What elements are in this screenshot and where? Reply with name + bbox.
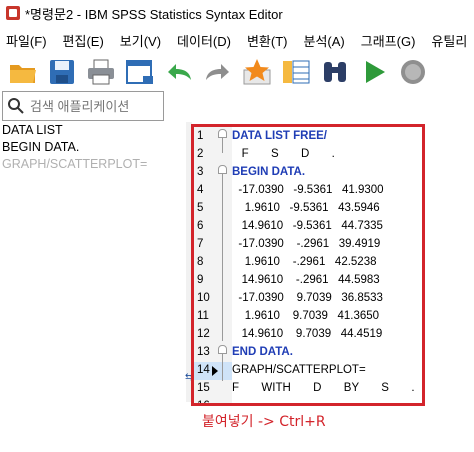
line-number: 16 (197, 400, 210, 406)
code-text: 1.9610 9.7039 41.3650 (232, 310, 380, 322)
code-text: F WITH D BY S . (232, 382, 415, 394)
code-line: 14 GRAPH/SCATTERPLOT= (194, 361, 422, 379)
code-line: 7 -17.0390 -.2961 39.4919 (194, 235, 422, 253)
line-number: 10 (197, 292, 210, 304)
menu-data[interactable]: 데이터(D) (177, 31, 231, 50)
code-text: DATA LIST FREE/ (232, 130, 327, 142)
code-line: 2 F S D . (194, 145, 422, 163)
code-line: 11 1.9610 9.7039 41.3650 (194, 307, 422, 325)
open-folder-icon[interactable] (7, 57, 39, 87)
menu-view[interactable]: 보기(V) (120, 31, 161, 50)
toolbar (0, 54, 474, 90)
code-text: 14.9610 -.2961 44.5983 (232, 274, 380, 286)
code-text: 1.9610 -9.5361 43.5946 (232, 202, 380, 214)
line-number: 6 (197, 220, 204, 232)
code-line: 6 14.9610 -9.5361 44.7335 (194, 217, 422, 235)
menu-utilities[interactable]: 유틸리 (431, 31, 467, 50)
menu-bar: 파일(F) 편집(E) 보기(V) 데이터(D) 변환(T) 분석(A) 그래프… (0, 29, 474, 51)
line-number: 15 (197, 382, 210, 394)
code-text: BEGIN DATA. (232, 166, 306, 178)
dialog-recall-icon[interactable] (124, 57, 156, 87)
line-number: 8 (197, 256, 204, 268)
title-bar: *명령문2 - IBM SPSS Statistics Syntax Edito… (0, 0, 474, 26)
line-number: 1 (197, 130, 204, 142)
save-icon[interactable] (46, 57, 78, 87)
syntax-editor[interactable]: 1 DATA LIST FREE/ 2 F S D . 3 BEGIN DATA. … (191, 124, 425, 406)
code-line: 13 END DATA. (194, 343, 422, 361)
code-text: 1.9610 -.2961 42.5238 (232, 256, 377, 268)
caption-text: 붙여넣기 -> Ctrl+R (202, 414, 326, 430)
code-text: -17.0390 9.7039 36.8533 (232, 292, 383, 304)
code-line: 16 (194, 397, 422, 406)
code-line: 9 14.9610 -.2961 44.5983 (194, 271, 422, 289)
code-line: 10 -17.0390 9.7039 36.8533 (194, 289, 422, 307)
nav-item-graph-scatterplot[interactable]: GRAPH/SCATTERPLOT= (0, 156, 186, 173)
code-text: END DATA. (232, 346, 293, 358)
line-number: 5 (197, 202, 204, 214)
spss-app-icon (6, 6, 20, 20)
code-text: -17.0390 -9.5361 41.9300 (232, 184, 384, 196)
print-icon[interactable] (85, 57, 117, 87)
line-number: 9 (197, 274, 204, 286)
menu-analyze[interactable]: 분석(A) (304, 31, 345, 50)
code-text: -17.0390 -.2961 39.4919 (232, 238, 381, 250)
nav-item-begin-data[interactable]: BEGIN DATA. (0, 139, 186, 156)
code-text: GRAPH/SCATTERPLOT= (232, 364, 366, 376)
code-line: 1 DATA LIST FREE/ (194, 127, 422, 145)
menu-transform[interactable]: 변환(T) (247, 31, 288, 50)
search-icon (8, 98, 24, 114)
code-line: 15 F WITH D BY S . (194, 379, 422, 397)
line-number: 4 (197, 184, 204, 196)
undo-icon[interactable] (163, 57, 195, 87)
code-line: 4 -17.0390 -9.5361 41.9300 (194, 181, 422, 199)
code-line: 12 14.9610 9.7039 44.4519 (194, 325, 422, 343)
line-number: 11 (197, 310, 209, 322)
line-number: 2 (197, 148, 204, 160)
line-number: 14 (197, 364, 210, 376)
search-box[interactable] (2, 91, 164, 121)
nav-item-data-list[interactable]: DATA LIST (0, 122, 186, 139)
navigation-pane: DATA LIST BEGIN DATA. GRAPH/SCATTERPLOT= (0, 122, 186, 402)
menu-edit[interactable]: 편집(E) (63, 31, 104, 50)
stop-icon[interactable] (397, 57, 429, 87)
line-number: 7 (197, 238, 204, 250)
run-icon[interactable] (358, 57, 390, 87)
line-number: 13 (197, 346, 210, 358)
line-number: 3 (197, 166, 204, 178)
code-line: 3 BEGIN DATA. (194, 163, 422, 181)
variables-icon[interactable] (280, 57, 312, 87)
code-text: 14.9610 -9.5361 44.7335 (232, 220, 383, 232)
code-text: 14.9610 9.7039 44.4519 (232, 328, 383, 340)
code-line: 8 1.9610 -.2961 42.5238 (194, 253, 422, 271)
code-text: F S D . (232, 148, 335, 160)
search-input[interactable] (28, 97, 157, 115)
find-binoculars-icon[interactable] (319, 57, 351, 87)
redo-icon[interactable] (202, 57, 234, 87)
code-line: 5 1.9610 -9.5361 43.5946 (194, 199, 422, 217)
line-number: 12 (197, 328, 210, 340)
menu-graphs[interactable]: 그래프(G) (361, 31, 416, 50)
window-title: *명령문2 - IBM SPSS Statistics Syntax Edito… (25, 6, 283, 22)
menu-file[interactable]: 파일(F) (6, 31, 47, 50)
star-icon[interactable] (241, 57, 273, 87)
